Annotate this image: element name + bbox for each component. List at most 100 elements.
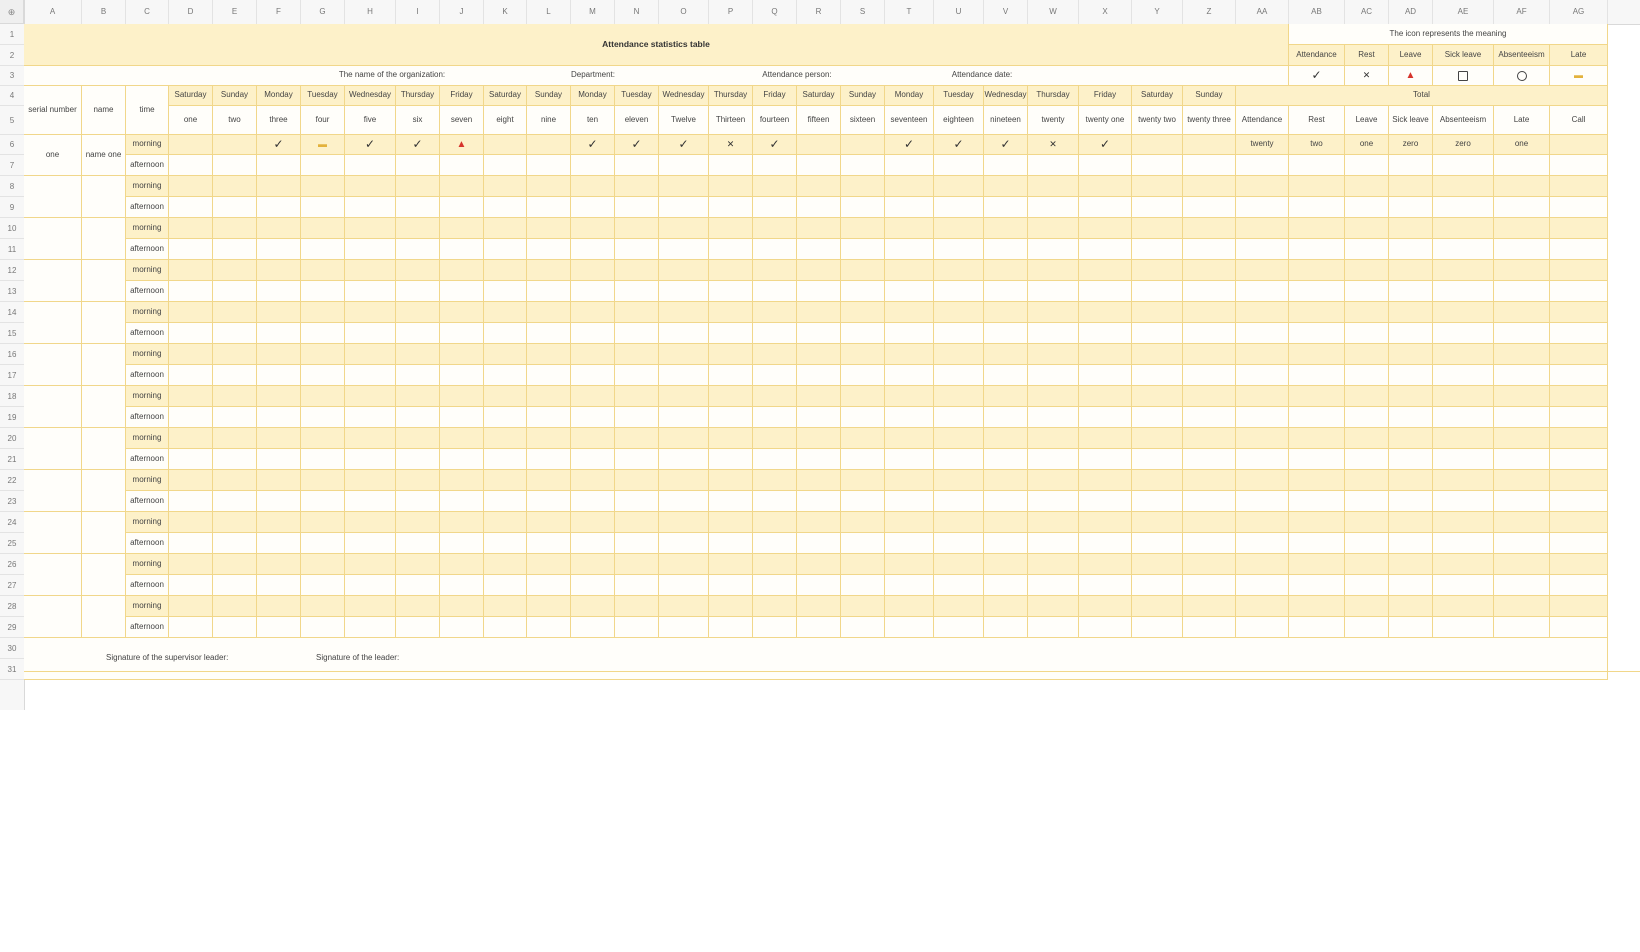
attendance-cell[interactable] (615, 533, 659, 554)
attendance-cell[interactable] (1028, 533, 1079, 554)
attendance-cell[interactable] (213, 407, 257, 428)
attendance-cell[interactable] (257, 512, 301, 533)
attendance-cell[interactable] (1389, 491, 1433, 512)
name-cell[interactable] (82, 218, 126, 260)
attendance-cell[interactable] (213, 260, 257, 281)
name-cell[interactable] (82, 344, 126, 386)
attendance-cell[interactable] (169, 155, 213, 176)
attendance-cell[interactable] (1494, 155, 1550, 176)
day-header[interactable]: twenty one (1079, 106, 1132, 135)
info-person[interactable]: Attendance person: (709, 66, 885, 86)
attendance-cell[interactable] (1183, 554, 1236, 575)
attendance-cell[interactable] (1433, 176, 1494, 197)
attendance-cell[interactable] (984, 512, 1028, 533)
attendance-cell[interactable] (1433, 596, 1494, 617)
attendance-cell[interactable] (841, 491, 885, 512)
attendance-cell[interactable] (841, 218, 885, 239)
attendance-cell[interactable] (615, 470, 659, 491)
attendance-cell[interactable] (1494, 554, 1550, 575)
attendance-cell[interactable] (169, 554, 213, 575)
attendance-cell[interactable] (797, 239, 841, 260)
attendance-cell[interactable] (345, 533, 396, 554)
attendance-cell[interactable] (1550, 197, 1608, 218)
attendance-cell[interactable] (527, 218, 571, 239)
period-morning[interactable]: morning (126, 302, 169, 323)
attendance-cell[interactable]: ✓ (885, 135, 934, 155)
total-header[interactable]: Total (1236, 86, 1608, 106)
attendance-cell[interactable] (1028, 386, 1079, 407)
attendance-cell[interactable] (213, 155, 257, 176)
attendance-cell[interactable] (396, 155, 440, 176)
attendance-cell[interactable] (1433, 239, 1494, 260)
attendance-cell[interactable] (169, 176, 213, 197)
attendance-cell[interactable] (1550, 323, 1608, 344)
attendance-cell[interactable] (659, 155, 709, 176)
attendance-cell[interactable] (885, 365, 934, 386)
day-header[interactable]: nineteen (984, 106, 1028, 135)
row-header-17[interactable]: 17 (0, 365, 24, 386)
attendance-cell[interactable] (1389, 176, 1433, 197)
day-header[interactable]: nine (527, 106, 571, 135)
attendance-cell[interactable] (1550, 386, 1608, 407)
attendance-cell[interactable] (1433, 491, 1494, 512)
attendance-cell[interactable] (1236, 617, 1289, 638)
attendance-cell[interactable] (1345, 554, 1389, 575)
attendance-cell[interactable] (1236, 596, 1289, 617)
attendance-cell[interactable] (984, 281, 1028, 302)
column-header-q[interactable]: Q (753, 0, 797, 24)
attendance-cell[interactable] (527, 344, 571, 365)
attendance-cell[interactable] (1236, 197, 1289, 218)
info-department[interactable]: Department: (527, 66, 659, 86)
attendance-cell[interactable] (1183, 386, 1236, 407)
column-header-ae[interactable]: AE (1433, 0, 1494, 24)
attendance-cell[interactable] (1132, 470, 1183, 491)
attendance-cell[interactable] (709, 365, 753, 386)
attendance-cell[interactable] (484, 428, 527, 449)
attendance-cell[interactable] (345, 407, 396, 428)
attendance-cell[interactable] (1183, 428, 1236, 449)
attendance-cell[interactable] (753, 449, 797, 470)
attendance-cell[interactable] (1433, 197, 1494, 218)
attendance-cell[interactable] (885, 323, 934, 344)
name-cell[interactable] (82, 302, 126, 344)
attendance-cell[interactable] (571, 239, 615, 260)
attendance-cell[interactable] (301, 176, 345, 197)
attendance-cell[interactable] (1345, 407, 1389, 428)
attendance-cell[interactable] (753, 575, 797, 596)
attendance-cell[interactable] (1289, 302, 1345, 323)
attendance-cell[interactable] (1345, 260, 1389, 281)
attendance-cell[interactable] (1079, 407, 1132, 428)
attendance-cell[interactable] (753, 428, 797, 449)
attendance-cell[interactable] (1389, 575, 1433, 596)
attendance-cell[interactable] (984, 155, 1028, 176)
serial-cell[interactable] (24, 512, 82, 554)
attendance-cell[interactable] (1079, 176, 1132, 197)
attendance-cell[interactable] (934, 365, 984, 386)
attendance-cell[interactable] (984, 197, 1028, 218)
day-header[interactable]: twenty three (1183, 106, 1236, 135)
attendance-cell[interactable] (396, 512, 440, 533)
attendance-cell[interactable] (301, 197, 345, 218)
attendance-cell[interactable] (934, 386, 984, 407)
attendance-cell[interactable] (396, 302, 440, 323)
attendance-cell[interactable] (1289, 386, 1345, 407)
attendance-cell[interactable] (440, 428, 484, 449)
row-header-7[interactable]: 7 (0, 155, 24, 176)
total-value[interactable]: twenty (1236, 135, 1289, 155)
attendance-cell[interactable] (615, 155, 659, 176)
attendance-cell[interactable] (1183, 281, 1236, 302)
attendance-cell[interactable] (1132, 617, 1183, 638)
attendance-cell[interactable] (571, 197, 615, 218)
attendance-cell[interactable] (615, 554, 659, 575)
attendance-cell[interactable] (709, 197, 753, 218)
attendance-cell[interactable] (1345, 197, 1389, 218)
total-col-header[interactable]: Call (1550, 106, 1608, 135)
attendance-cell[interactable] (1345, 428, 1389, 449)
attendance-cell[interactable] (440, 197, 484, 218)
attendance-cell[interactable] (709, 617, 753, 638)
attendance-cell[interactable] (484, 617, 527, 638)
attendance-cell[interactable] (1132, 197, 1183, 218)
attendance-cell[interactable] (1433, 407, 1494, 428)
attendance-cell[interactable] (571, 155, 615, 176)
attendance-cell[interactable] (345, 428, 396, 449)
